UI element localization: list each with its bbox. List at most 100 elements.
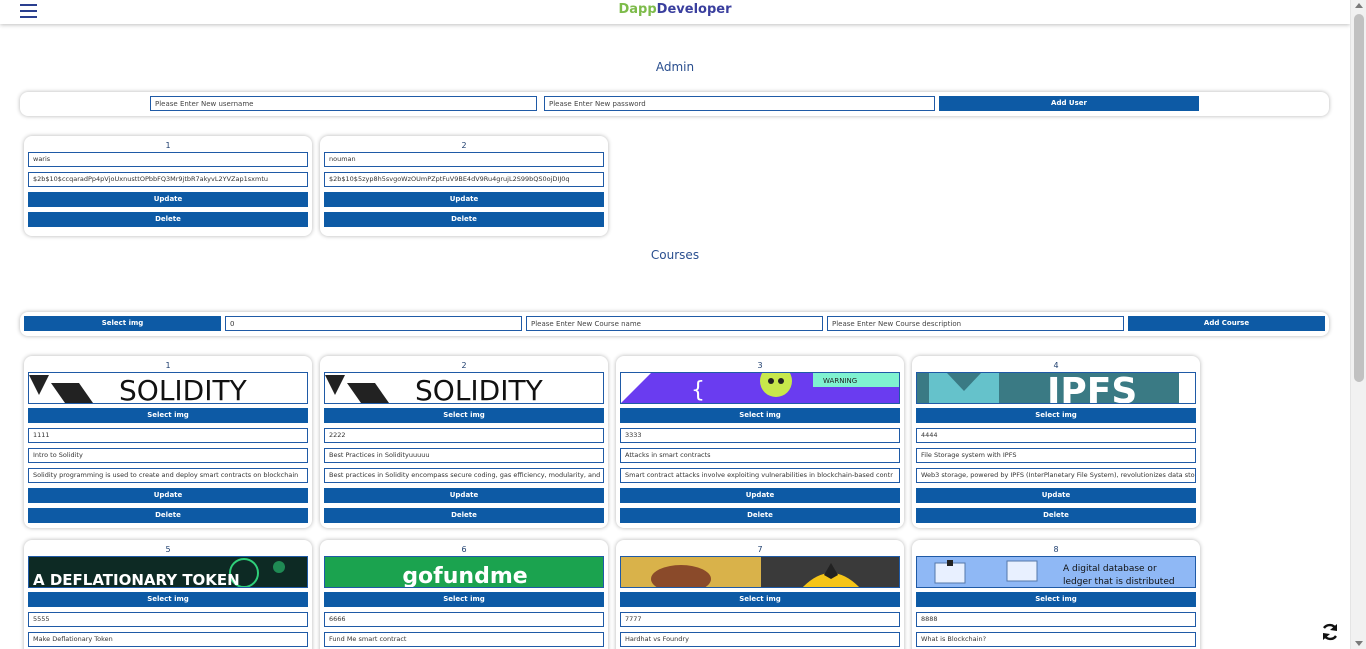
delete-course-button[interactable]: Delete <box>916 508 1196 523</box>
course-price-field[interactable]: 4444 <box>916 428 1196 443</box>
course-description-field[interactable]: Best practices in Solidity encompass sec… <box>324 468 604 483</box>
scroll-up-arrow-icon[interactable] <box>1355 3 1363 8</box>
course-image <box>620 556 900 588</box>
update-course-button[interactable]: Update <box>324 488 604 503</box>
new-password-input[interactable] <box>544 96 935 111</box>
course-name-field[interactable]: Hardhat vs Foundry <box>620 632 900 647</box>
select-image-button[interactable]: Select img <box>28 592 308 607</box>
update-user-button[interactable]: Update <box>324 192 604 207</box>
deflationary-token-icon: A DEFLATIONARY TOKEN <box>29 557 307 588</box>
add-user-button[interactable]: Add User <box>939 96 1199 111</box>
course-card: 2 SOLIDITY Select img 2222 Best Practice… <box>320 356 608 528</box>
course-description-field[interactable]: Smart contract attacks involve exploitin… <box>620 468 900 483</box>
svg-text:A digital database or: A digital database or <box>1063 564 1157 574</box>
select-image-button[interactable]: Select img <box>28 408 308 423</box>
course-price-field[interactable]: 7777 <box>620 612 900 627</box>
hardhat-foundry-icon <box>621 557 899 587</box>
gofundme-logo-icon: gofundme <box>325 557 603 588</box>
course-number: 4 <box>1053 361 1059 370</box>
course-card: 3 { WARNING Select img 3333 Attacks in s… <box>616 356 904 528</box>
course-image: A DEFLATIONARY TOKEN <box>28 556 308 588</box>
course-image: { WARNING <box>620 372 900 404</box>
select-image-button[interactable]: Select img <box>24 316 221 331</box>
add-course-button[interactable]: Add Course <box>1128 316 1325 331</box>
course-description-field[interactable]: Web3 storage, powered by IPFS (InterPlan… <box>916 468 1196 483</box>
course-name-field[interactable]: Best Practices in Solidityuuuuu <box>324 448 604 463</box>
course-number: 8 <box>1053 545 1059 554</box>
course-name-field[interactable]: What is Blockchain? <box>916 632 1196 647</box>
course-number: 7 <box>757 545 763 554</box>
scrollbar-thumb[interactable] <box>1354 14 1364 382</box>
brand-logo[interactable]: DappDeveloper <box>0 2 1350 17</box>
select-image-button[interactable]: Select img <box>916 408 1196 423</box>
course-number: 6 <box>461 545 467 554</box>
course-image: gofundme <box>324 556 604 588</box>
course-image: A digital database or ledger that is dis… <box>916 556 1196 588</box>
course-name-input[interactable] <box>526 316 823 331</box>
course-number: 3 <box>757 361 763 370</box>
course-price-field[interactable]: 6666 <box>324 612 604 627</box>
brand-part-2: Developer <box>656 2 732 17</box>
course-image: SOLIDITY <box>324 372 604 404</box>
select-image-button[interactable]: Select img <box>324 408 604 423</box>
svg-text:gofundme: gofundme <box>402 564 527 588</box>
svg-text:SOLIDITY: SOLIDITY <box>119 374 248 404</box>
add-course-form: Select img Add Course <box>20 312 1329 336</box>
course-price-input[interactable] <box>225 316 522 331</box>
course-price-field[interactable]: 8888 <box>916 612 1196 627</box>
delete-user-button[interactable]: Delete <box>324 212 604 227</box>
course-description-input[interactable] <box>827 316 1124 331</box>
course-card: 7 Select img 7777 Hardhat vs Foundry <box>616 540 904 649</box>
blockchain-cubes-icon: A digital database or ledger that is dis… <box>917 557 1195 587</box>
delete-course-button[interactable]: Delete <box>28 508 308 523</box>
course-number: 2 <box>461 361 467 370</box>
svg-text:SOLIDITY: SOLIDITY <box>415 374 544 404</box>
svg-text:ledger that is distributed: ledger that is distributed <box>1063 577 1175 587</box>
select-image-button[interactable]: Select img <box>620 408 900 423</box>
username-field[interactable]: waris <box>28 152 308 167</box>
course-description-field[interactable]: Solidity programming is used to create a… <box>28 468 308 483</box>
update-course-button[interactable]: Update <box>916 488 1196 503</box>
course-name-field[interactable]: Intro to Solidity <box>28 448 308 463</box>
select-image-button[interactable]: Select img <box>620 592 900 607</box>
password-hash-field[interactable]: $2b$10$ccqaradPp4pVjoUxnusttOPbbFQ3Mr9jt… <box>28 172 308 187</box>
course-name-field[interactable]: Attacks in smart contracts <box>620 448 900 463</box>
course-name-field[interactable]: Fund Me smart contract <box>324 632 604 647</box>
course-card: 1 SOLIDITY Select img 1111 Intro to Soli… <box>24 356 312 528</box>
delete-course-button[interactable]: Delete <box>620 508 900 523</box>
password-hash-field[interactable]: $2b$10$5zyp8h5svgoWzOUmPZptFuV9BE4dV9Ru4… <box>324 172 604 187</box>
user-number: 2 <box>461 141 467 150</box>
admin-title: Admin <box>655 60 695 74</box>
user-card: 1 waris $2b$10$ccqaradPp4pVjoUxnusttOPbb… <box>24 136 312 236</box>
solidity-logo-icon: SOLIDITY <box>29 374 248 404</box>
add-user-form: Add User <box>20 92 1329 116</box>
course-number: 1 <box>165 361 171 370</box>
course-card: 8 A digital database or ledger that is d… <box>912 540 1200 649</box>
update-course-button[interactable]: Update <box>28 488 308 503</box>
course-name-field[interactable]: Make Deflationary Token <box>28 632 308 647</box>
new-username-input[interactable] <box>150 96 537 111</box>
page-scrollbar[interactable] <box>1350 0 1366 649</box>
course-price-field[interactable]: 2222 <box>324 428 604 443</box>
svg-text:IPFS: IPFS <box>1047 373 1137 404</box>
scroll-down-arrow-icon[interactable] <box>1355 641 1363 646</box>
course-price-field[interactable]: 3333 <box>620 428 900 443</box>
course-card: 6 gofundme Select img 6666 Fund Me smart… <box>320 540 608 649</box>
refresh-icon[interactable] <box>1320 622 1340 642</box>
update-course-button[interactable]: Update <box>620 488 900 503</box>
course-price-field[interactable]: 5555 <box>28 612 308 627</box>
course-price-field[interactable]: 1111 <box>28 428 308 443</box>
solidity-logo-icon: SOLIDITY <box>325 374 544 404</box>
ipfs-logo-icon: IPFS <box>917 373 1179 404</box>
course-number: 5 <box>165 545 171 554</box>
username-field[interactable]: nouman <box>324 152 604 167</box>
select-image-button[interactable]: Select img <box>916 592 1196 607</box>
update-user-button[interactable]: Update <box>28 192 308 207</box>
courses-title: Courses <box>650 248 700 262</box>
delete-course-button[interactable]: Delete <box>324 508 604 523</box>
course-name-field[interactable]: File Storage system with IPFS <box>916 448 1196 463</box>
select-image-button[interactable]: Select img <box>324 592 604 607</box>
delete-user-button[interactable]: Delete <box>28 212 308 227</box>
top-navbar: DappDeveloper <box>0 0 1350 24</box>
svg-text:A DEFLATIONARY TOKEN: A DEFLATIONARY TOKEN <box>33 571 240 588</box>
